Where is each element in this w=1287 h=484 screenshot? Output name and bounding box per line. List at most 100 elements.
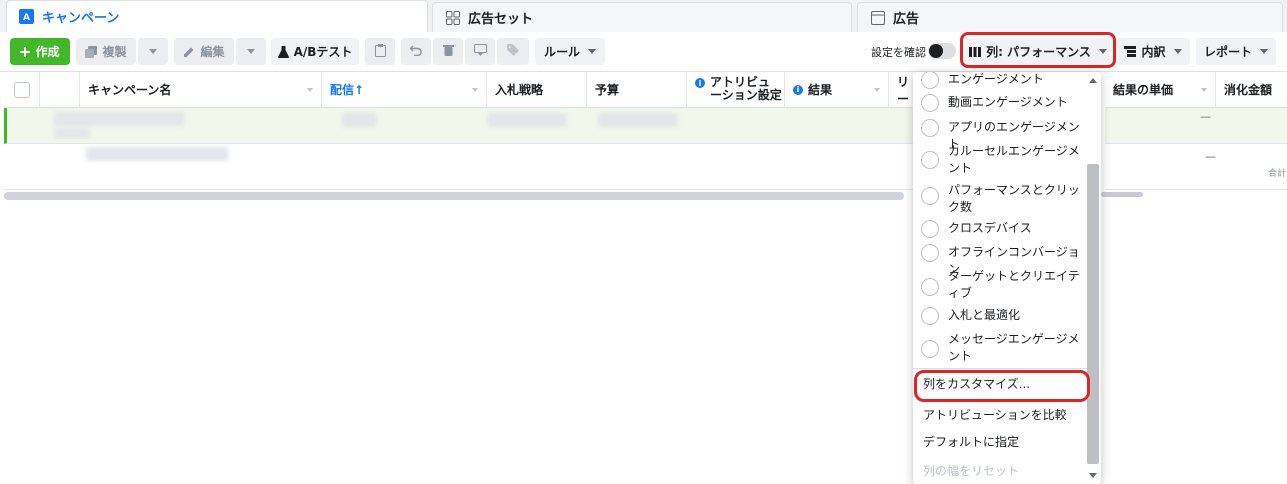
preset-option-video-engagement[interactable]: 動画エンゲージメント bbox=[921, 94, 1082, 112]
compare-attribution-item[interactable]: アトリビューションを比較 bbox=[923, 406, 1067, 423]
radio-button[interactable] bbox=[921, 94, 939, 112]
tab-ads[interactable]: 広告 bbox=[857, 2, 1283, 32]
header-cost-per-result[interactable]: 結果の単価 bbox=[1105, 72, 1216, 108]
header-budget[interactable]: 予算 bbox=[587, 72, 687, 108]
tab-campaigns[interactable]: A キャンペーン bbox=[6, 0, 428, 32]
table-row-right: — bbox=[1105, 108, 1287, 144]
total-label: 合計 bbox=[1268, 169, 1287, 179]
edit-button[interactable]: 編集 bbox=[174, 38, 234, 65]
edit-label: 編集 bbox=[200, 45, 225, 59]
preset-option-engagement[interactable]: エンゲージメント bbox=[921, 72, 1082, 89]
preview-button[interactable] bbox=[465, 38, 495, 65]
tab-label: 広告 bbox=[893, 12, 920, 27]
ab-test-button[interactable]: A/Bテスト bbox=[271, 38, 359, 65]
header-attribution-setting[interactable]: i アトリビュ ーション設定 bbox=[687, 72, 785, 108]
clipboard-icon bbox=[374, 43, 386, 60]
breakdown-label: 内訳 bbox=[1141, 45, 1166, 59]
review-setting-label: 設定を確認 bbox=[871, 46, 926, 59]
header-bid-strategy[interactable]: 入札戦略 bbox=[487, 72, 587, 108]
grid-icon bbox=[445, 10, 460, 25]
columns-button[interactable]: 列: パフォーマンス bbox=[966, 38, 1110, 65]
header-results[interactable]: i 結果 bbox=[785, 72, 889, 108]
radio-button[interactable] bbox=[921, 72, 939, 89]
header-label: 予算 bbox=[595, 83, 620, 97]
preset-option-bidding-optimization[interactable]: 入札と最適化 bbox=[921, 307, 1082, 325]
sort-icon bbox=[1201, 88, 1207, 92]
option-label: 動画エンゲージメント bbox=[948, 95, 1068, 109]
pencil-icon bbox=[183, 46, 195, 58]
radio-button[interactable] bbox=[921, 244, 939, 262]
option-label: パフォーマンスとクリック数 bbox=[948, 183, 1080, 214]
radio-button[interactable] bbox=[921, 307, 939, 325]
review-setting-toggle[interactable] bbox=[928, 43, 956, 59]
campaign-icon: A bbox=[19, 9, 34, 24]
menu-scrollbar[interactable] bbox=[1087, 76, 1099, 480]
chevron-down-icon bbox=[149, 49, 157, 54]
radio-button[interactable] bbox=[921, 187, 939, 205]
clipboard-button[interactable] bbox=[365, 38, 395, 65]
toggle-column-header bbox=[40, 72, 80, 108]
reports-button[interactable]: レポート bbox=[1196, 38, 1276, 65]
tag-button[interactable] bbox=[497, 38, 529, 65]
duplicate-label: 複製 bbox=[102, 45, 127, 59]
plus-icon bbox=[20, 46, 31, 57]
preset-option-messaging-engagement[interactable]: メッセージエンゲージメント bbox=[921, 331, 1082, 365]
undo-button[interactable] bbox=[401, 38, 431, 65]
header-label: 結果 bbox=[808, 83, 833, 97]
table-row-right: — 合計 bbox=[1105, 144, 1287, 190]
tab-label: キャンペーン bbox=[42, 11, 120, 26]
redacted-text bbox=[86, 147, 228, 161]
select-all-checkbox[interactable] bbox=[13, 81, 30, 98]
tab-bar: A キャンペーン 広告セット 広告 bbox=[0, 0, 1287, 32]
preset-option-targeting-creative[interactable]: ターゲットとクリエイティブ bbox=[921, 268, 1082, 302]
rules-label: ルール bbox=[543, 45, 580, 59]
info-icon: i bbox=[793, 84, 803, 95]
tab-adsets[interactable]: 広告セット bbox=[432, 2, 852, 32]
columns-icon bbox=[969, 46, 982, 57]
header-label: アトリビュ ーション設定 bbox=[710, 75, 782, 102]
chevron-down-icon bbox=[1098, 49, 1107, 54]
undo-icon bbox=[409, 45, 422, 59]
preview-icon bbox=[473, 44, 487, 59]
horizontal-scrollbar[interactable] bbox=[4, 192, 904, 200]
sort-icon bbox=[472, 88, 478, 92]
edit-dropdown-button[interactable] bbox=[236, 38, 266, 65]
header-campaign-name[interactable]: キャンペーン名 bbox=[80, 72, 322, 108]
sort-icon bbox=[874, 88, 880, 92]
breakdown-button[interactable]: 内訳 bbox=[1116, 38, 1190, 65]
scroll-up-icon[interactable] bbox=[1089, 78, 1097, 83]
header-delivery[interactable]: 配信↑ bbox=[322, 72, 487, 108]
trash-icon bbox=[442, 44, 454, 59]
toggle-knob bbox=[929, 44, 943, 58]
breakdown-icon bbox=[1124, 46, 1137, 57]
flask-icon bbox=[277, 45, 289, 58]
preset-option-cross-device[interactable]: クロスデバイス bbox=[921, 220, 1082, 238]
duplicate-dropdown-button[interactable] bbox=[138, 38, 168, 65]
radio-button[interactable] bbox=[921, 151, 939, 169]
customize-columns-item[interactable]: 列をカスタマイズ... bbox=[923, 375, 1030, 392]
duplicate-button[interactable]: 複製 bbox=[76, 38, 136, 65]
redacted-text bbox=[54, 112, 184, 126]
scrollbar-thumb[interactable] bbox=[1087, 164, 1099, 464]
radio-button[interactable] bbox=[921, 278, 939, 296]
option-label: 入札と最適化 bbox=[948, 308, 1021, 322]
set-default-item[interactable]: デフォルトに指定 bbox=[923, 433, 1019, 450]
header-label: キャンペーン名 bbox=[88, 83, 172, 97]
chevron-down-icon bbox=[588, 49, 596, 54]
menu-divider bbox=[913, 368, 1087, 369]
svg-text:A: A bbox=[23, 13, 30, 23]
delete-button[interactable] bbox=[433, 38, 463, 65]
create-button[interactable]: 作成 bbox=[10, 38, 70, 65]
scroll-down-icon[interactable] bbox=[1089, 473, 1097, 478]
header-amount-spent[interactable]: 消化金額 bbox=[1216, 72, 1287, 108]
horizontal-scrollbar-right[interactable] bbox=[1101, 192, 1143, 197]
info-icon: i bbox=[695, 78, 705, 88]
radio-button[interactable] bbox=[921, 119, 939, 137]
preset-option-carousel-engagement[interactable]: カルーセルエンゲージメント bbox=[921, 143, 1082, 177]
table-row[interactable] bbox=[4, 108, 914, 144]
preset-option-performance-clicks[interactable]: パフォーマンスとクリック数 bbox=[921, 182, 1082, 216]
rules-button[interactable]: ルール bbox=[535, 38, 605, 65]
radio-button[interactable] bbox=[921, 220, 939, 238]
chevron-down-icon bbox=[247, 49, 255, 54]
radio-button[interactable] bbox=[921, 340, 939, 358]
